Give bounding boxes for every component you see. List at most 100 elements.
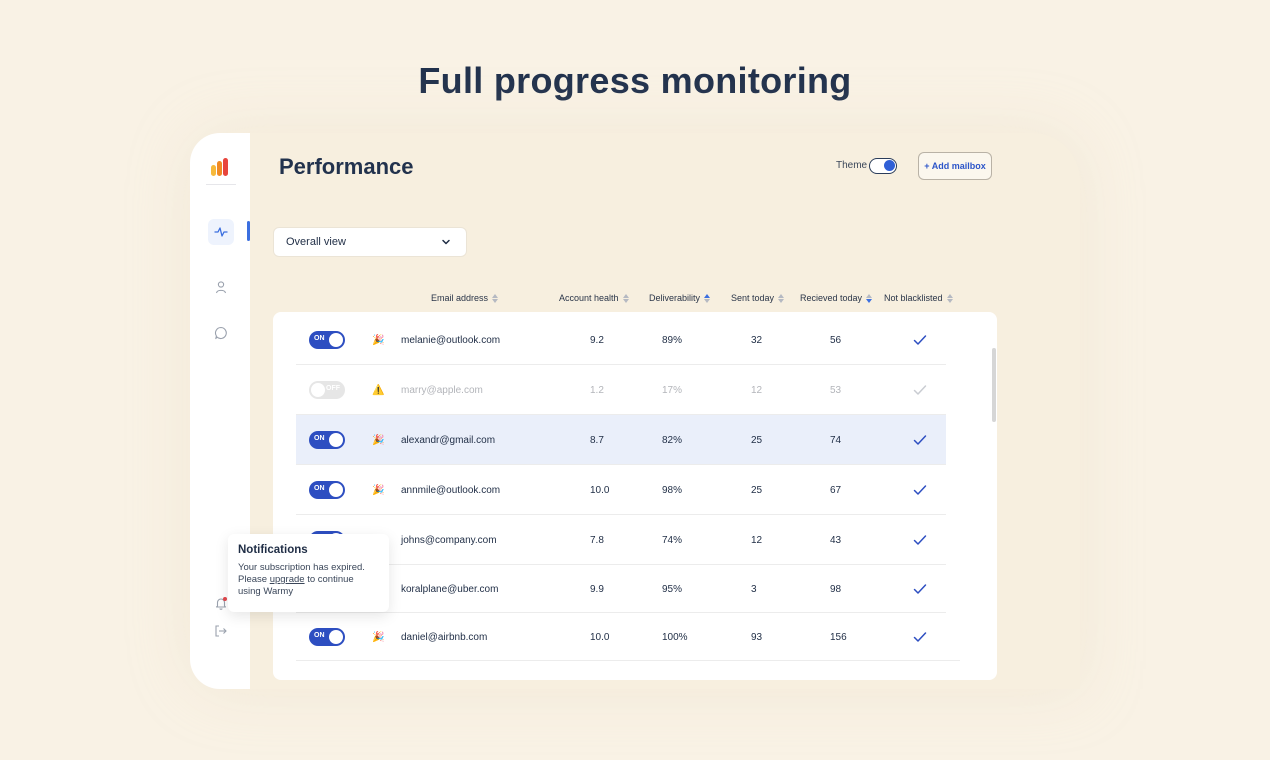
received-today: 74	[830, 434, 842, 446]
sent-today: 93	[751, 631, 763, 643]
table-row[interactable]: ON 🎉 alexandr@gmail.com 8.7 82% 25 74	[296, 415, 946, 465]
party-icon: 🎉	[372, 334, 385, 346]
table-row[interactable]: ON🎉koralplane@uber.com9.995%398	[296, 564, 946, 613]
sort-icon	[946, 293, 953, 303]
column-header-account-health[interactable]: Account health	[559, 293, 629, 303]
account-health: 9.9	[590, 583, 604, 595]
theme-toggle[interactable]	[869, 158, 897, 174]
received-today: 43	[830, 534, 842, 546]
toggle-label: ON	[314, 335, 325, 342]
column-header-email[interactable]: Email address	[431, 293, 499, 303]
toggle-label: OFF	[326, 385, 340, 392]
sidebar-item-logout[interactable]	[208, 618, 234, 644]
toggle-knob	[329, 433, 343, 447]
sidebar-divider	[206, 184, 236, 185]
toggle-knob	[329, 630, 343, 644]
chat-icon	[214, 326, 227, 340]
email-address: koralplane@uber.com	[401, 583, 499, 595]
deliverability: 98%	[662, 484, 683, 496]
logout-icon	[215, 625, 227, 637]
sidebar-item-chat[interactable]	[208, 320, 234, 346]
account-health: 8.7	[590, 434, 604, 446]
check-icon	[913, 564, 927, 614]
mailbox-toggle-cell: ON	[309, 315, 345, 365]
theme-label: Theme	[836, 160, 868, 171]
email-address: marry@apple.com	[401, 384, 483, 396]
account-health: 10.0	[590, 484, 610, 496]
sidebar-item-account[interactable]	[208, 274, 234, 300]
mailbox-toggle-cell: ON	[309, 415, 345, 465]
mailbox-toggle-cell: ON	[309, 612, 345, 662]
sort-icon	[622, 293, 629, 303]
received-today: 67	[830, 484, 842, 496]
sent-today: 32	[751, 334, 763, 346]
deliverability: 89%	[662, 334, 683, 346]
account-health: 1.2	[590, 384, 604, 396]
sent-today: 25	[751, 484, 763, 496]
check-icon	[913, 612, 927, 662]
mailbox-toggle[interactable]: ON	[309, 628, 345, 646]
sort-asc-icon	[704, 293, 711, 303]
table-row[interactable]: ON 🎉 daniel@airbnb.com 10.0 100% 93 156	[296, 612, 960, 661]
deliverability: 95%	[662, 583, 683, 595]
check-icon	[913, 315, 927, 365]
upgrade-link[interactable]: upgrade	[270, 574, 305, 585]
deliverability: 74%	[662, 534, 683, 546]
notification-badge	[223, 597, 227, 601]
sent-today: 3	[751, 583, 757, 595]
column-header-not-blacklisted[interactable]: Not blacklisted	[884, 293, 953, 303]
table-row[interactable]: OFF ⚠️ marry@apple.com 1.2 17% 12 53	[296, 365, 946, 415]
app-logo-icon[interactable]	[211, 158, 231, 176]
party-icon: 🎉	[372, 434, 385, 446]
received-today: 156	[830, 631, 847, 643]
account-health: 9.2	[590, 334, 604, 346]
view-select[interactable]: Overall view	[273, 227, 467, 257]
toggle-knob	[329, 333, 343, 347]
email-address: alexandr@gmail.com	[401, 434, 496, 446]
theme-toggle-knob	[884, 160, 895, 171]
activity-icon	[214, 227, 228, 237]
notification-popover: Notifications Your subscription has expi…	[228, 534, 389, 612]
notification-message: Your subscription has expired. Please up…	[238, 562, 365, 597]
toggle-knob	[329, 483, 343, 497]
sidebar-active-indicator	[247, 221, 250, 241]
table-row[interactable]: ON 🎉 melanie@outlook.com 9.2 89% 32 56	[296, 315, 946, 365]
received-today: 56	[830, 334, 842, 346]
warning-icon: ⚠️	[372, 384, 385, 396]
mailbox-table: ON 🎉 melanie@outlook.com 9.2 89% 32 56 OFF ⚠️ mar…	[273, 312, 997, 680]
email-address: daniel@airbnb.com	[401, 631, 488, 643]
party-icon: 🎉	[372, 484, 385, 496]
headline: Full progress monitoring	[418, 60, 852, 101]
view-select-value: Overall view	[286, 236, 346, 248]
mailbox-toggle[interactable]: OFF	[309, 381, 345, 399]
chevron-down-icon	[442, 239, 450, 245]
deliverability: 82%	[662, 434, 683, 446]
email-address: annmile@outlook.com	[401, 484, 501, 496]
add-mailbox-button[interactable]: + Add mailbox	[918, 152, 992, 180]
user-icon	[215, 281, 227, 294]
mailbox-toggle[interactable]: ON	[309, 481, 345, 499]
table-row[interactable]: ON 🎉 annmile@outlook.com 10.0 98% 25 67	[296, 465, 946, 515]
received-today: 98	[830, 583, 842, 595]
sidebar-item-performance[interactable]	[208, 219, 234, 245]
sent-today: 25	[751, 434, 763, 446]
mailbox-toggle[interactable]: ON	[309, 331, 345, 349]
column-header-sent-today[interactable]: Sent today	[731, 293, 785, 303]
table-scrollbar[interactable]	[992, 348, 996, 422]
check-icon	[913, 465, 927, 515]
sent-today: 12	[751, 384, 763, 396]
check-icon	[913, 415, 927, 465]
page-title: Performance	[279, 154, 414, 179]
column-header-deliverability[interactable]: Deliverability	[649, 293, 711, 303]
column-header-received-today[interactable]: Recieved today	[800, 293, 873, 303]
sort-icon	[778, 293, 785, 303]
table-row[interactable]: ON🎉johns@company.com7.874%1243	[296, 515, 946, 565]
email-address: johns@company.com	[401, 534, 497, 546]
mailbox-toggle[interactable]: ON	[309, 431, 345, 449]
account-health: 10.0	[590, 631, 610, 643]
account-health: 7.8	[590, 534, 604, 546]
toggle-label: ON	[314, 435, 325, 442]
check-icon	[913, 515, 927, 565]
received-today: 53	[830, 384, 842, 396]
toggle-label: ON	[314, 632, 325, 639]
